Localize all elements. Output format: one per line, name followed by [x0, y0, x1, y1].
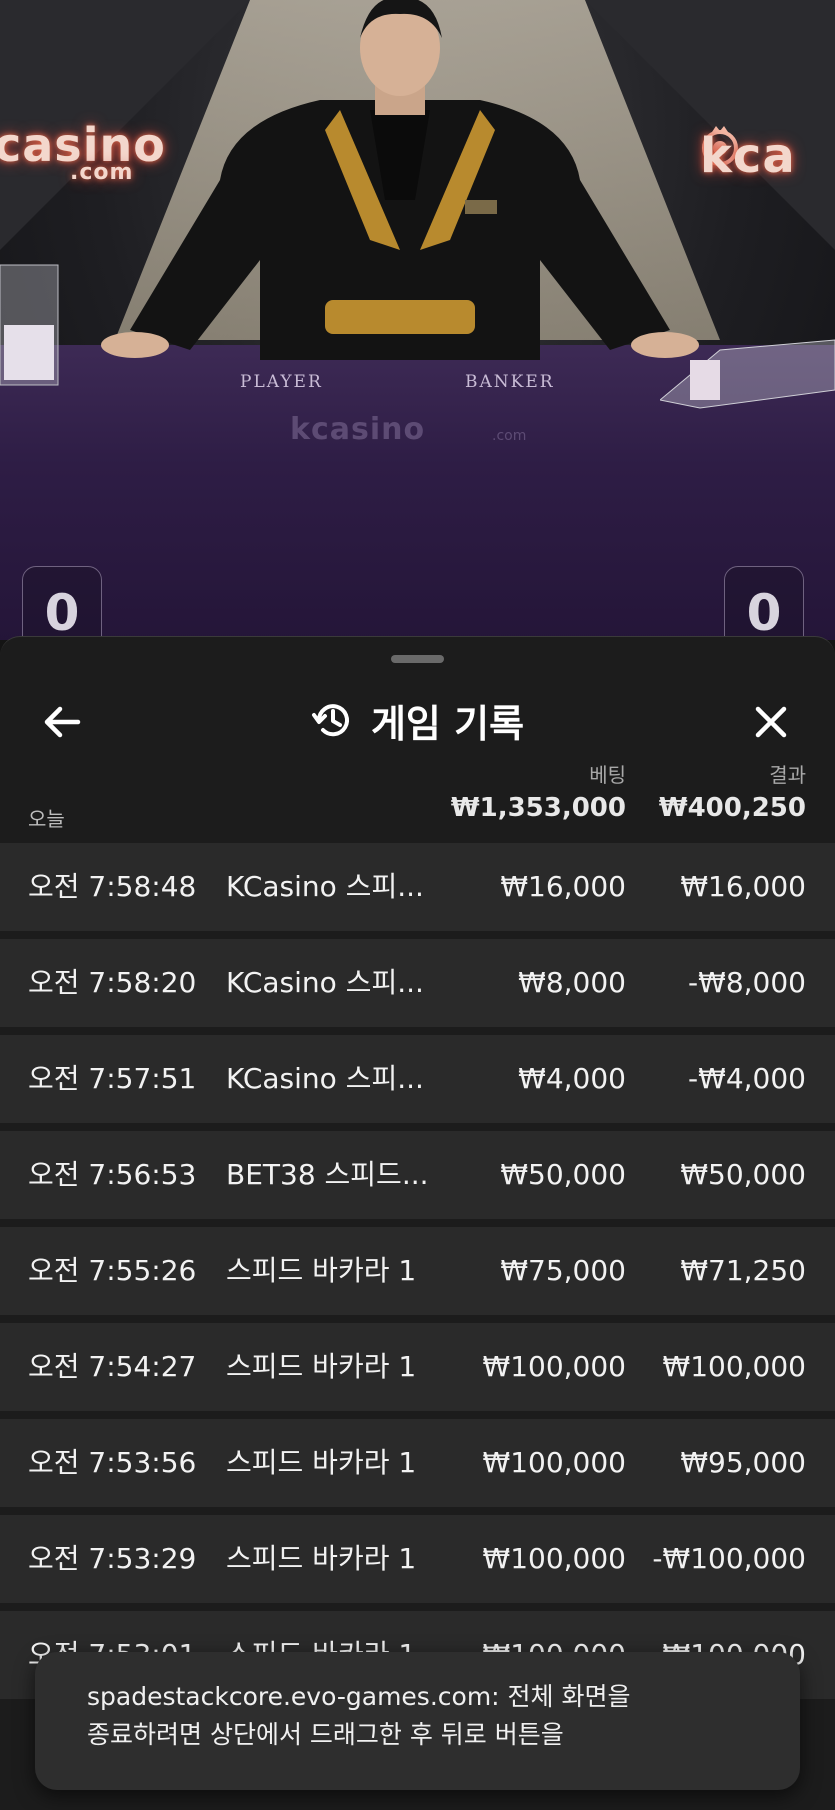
history-row[interactable]: 오전 7:54:27 스피드 바카라 1 ₩100,000 ₩100,000 [0, 1323, 835, 1411]
result-column-label: 결과 [769, 763, 806, 787]
back-arrow-icon[interactable] [38, 697, 88, 747]
row-bet-amount: ₩50,000 [500, 1158, 626, 1191]
history-row[interactable]: 오전 7:57:51 KCasino 스피... ₩4,000 -₩4,000 [0, 1035, 835, 1123]
row-time: 오전 7:58:48 [28, 870, 197, 903]
row-bet-amount: ₩100,000 [482, 1542, 626, 1575]
history-row[interactable]: 오전 7:58:20 KCasino 스피... ₩8,000 -₩8,000 [0, 939, 835, 1027]
live-video-stream: casino .com kca PLAYER BANKER kcasino .c… [0, 0, 835, 640]
row-result-amount: ₩71,250 [680, 1254, 806, 1287]
history-row[interactable]: 오전 7:55:26 스피드 바카라 1 ₩75,000 ₩71,250 [0, 1227, 835, 1315]
toast-line-1: spadestackcore.evo-games.com: 전체 화면을 [87, 1682, 631, 1711]
today-label: 오늘 [28, 807, 65, 831]
row-bet-amount: ₩100,000 [482, 1350, 626, 1383]
history-icon [311, 704, 349, 737]
player-score-box: 0 [22, 566, 102, 640]
row-result-amount: -₩4,000 [688, 1062, 806, 1095]
row-time: 오전 7:56:53 [28, 1158, 197, 1191]
felt-brand-logo-suffix: .com [492, 428, 527, 444]
row-time: 오전 7:57:51 [28, 1062, 197, 1095]
sheet-header: 게임 기록 [0, 677, 835, 763]
row-game-name: 스피드 바카라 1 [226, 1350, 417, 1383]
total-bet-value: ₩1,353,000 [450, 793, 626, 823]
history-list: 오전 7:58:48 KCasino 스피... ₩16,000 ₩16,000… [0, 843, 835, 1707]
row-bet-amount: ₩100,000 [482, 1446, 626, 1479]
game-history-sheet: 게임 기록 베팅 결과 오늘 ₩1,353,000 ₩400,250 오전 7:… [0, 636, 835, 1810]
history-row[interactable]: 오전 7:53:56 스피드 바카라 1 ₩100,000 ₩95,000 [0, 1419, 835, 1507]
page-title: 게임 기록 [370, 701, 525, 746]
row-time: 오전 7:53:56 [28, 1446, 197, 1479]
fullscreen-exit-toast: spadestackcore.evo-games.com: 전체 화면을 종료하… [35, 1652, 800, 1790]
row-result-amount: -₩8,000 [688, 966, 806, 999]
felt-brand-logo: kcasino [290, 412, 426, 447]
row-result-amount: ₩95,000 [680, 1446, 806, 1479]
row-bet-amount: ₩4,000 [518, 1062, 626, 1095]
summary-header: 베팅 결과 오늘 ₩1,353,000 ₩400,250 [0, 753, 835, 835]
card-discard-tray [660, 339, 835, 409]
player-label: PLAYER [240, 372, 323, 392]
card-shoe-left [0, 264, 59, 386]
history-row[interactable]: 오전 7:53:29 스피드 바카라 1 ₩100,000 -₩100,000 [0, 1515, 835, 1603]
row-bet-amount: ₩8,000 [518, 966, 626, 999]
banker-score-box: 0 [724, 566, 804, 640]
toast-line-2: 종료하려면 상단에서 드래그한 후 뒤로 버튼을 [87, 1720, 564, 1749]
sheet-drag-handle[interactable] [391, 655, 444, 663]
row-time: 오전 7:55:26 [28, 1254, 197, 1287]
row-game-name: KCasino 스피... [226, 966, 424, 999]
total-result-value: ₩400,250 [658, 793, 806, 823]
row-time: 오전 7:53:29 [28, 1542, 197, 1575]
row-result-amount: ₩50,000 [680, 1158, 806, 1191]
row-result-amount: ₩100,000 [662, 1350, 806, 1383]
close-icon[interactable] [746, 697, 796, 747]
row-result-amount: ₩16,000 [680, 870, 806, 903]
row-game-name: BET38 스피드... [226, 1158, 429, 1191]
history-row[interactable]: 오전 7:58:48 KCasino 스피... ₩16,000 ₩16,000 [0, 843, 835, 931]
title-group: 게임 기록 [0, 677, 835, 763]
row-game-name: KCasino 스피... [226, 870, 424, 903]
banker-label: BANKER [465, 372, 555, 392]
row-game-name: 스피드 바카라 1 [226, 1542, 417, 1575]
row-game-name: KCasino 스피... [226, 1062, 424, 1095]
history-row[interactable]: 오전 7:56:53 BET38 스피드... ₩50,000 ₩50,000 [0, 1131, 835, 1219]
row-time: 오전 7:58:20 [28, 966, 197, 999]
bet-column-label: 베팅 [589, 763, 626, 787]
row-game-name: 스피드 바카라 1 [226, 1446, 417, 1479]
row-game-name: 스피드 바카라 1 [226, 1254, 417, 1287]
row-bet-amount: ₩16,000 [500, 870, 626, 903]
row-bet-amount: ₩75,000 [500, 1254, 626, 1287]
row-time: 오전 7:54:27 [28, 1350, 197, 1383]
dealer-figure [101, 0, 699, 360]
row-result-amount: -₩100,000 [652, 1542, 806, 1575]
